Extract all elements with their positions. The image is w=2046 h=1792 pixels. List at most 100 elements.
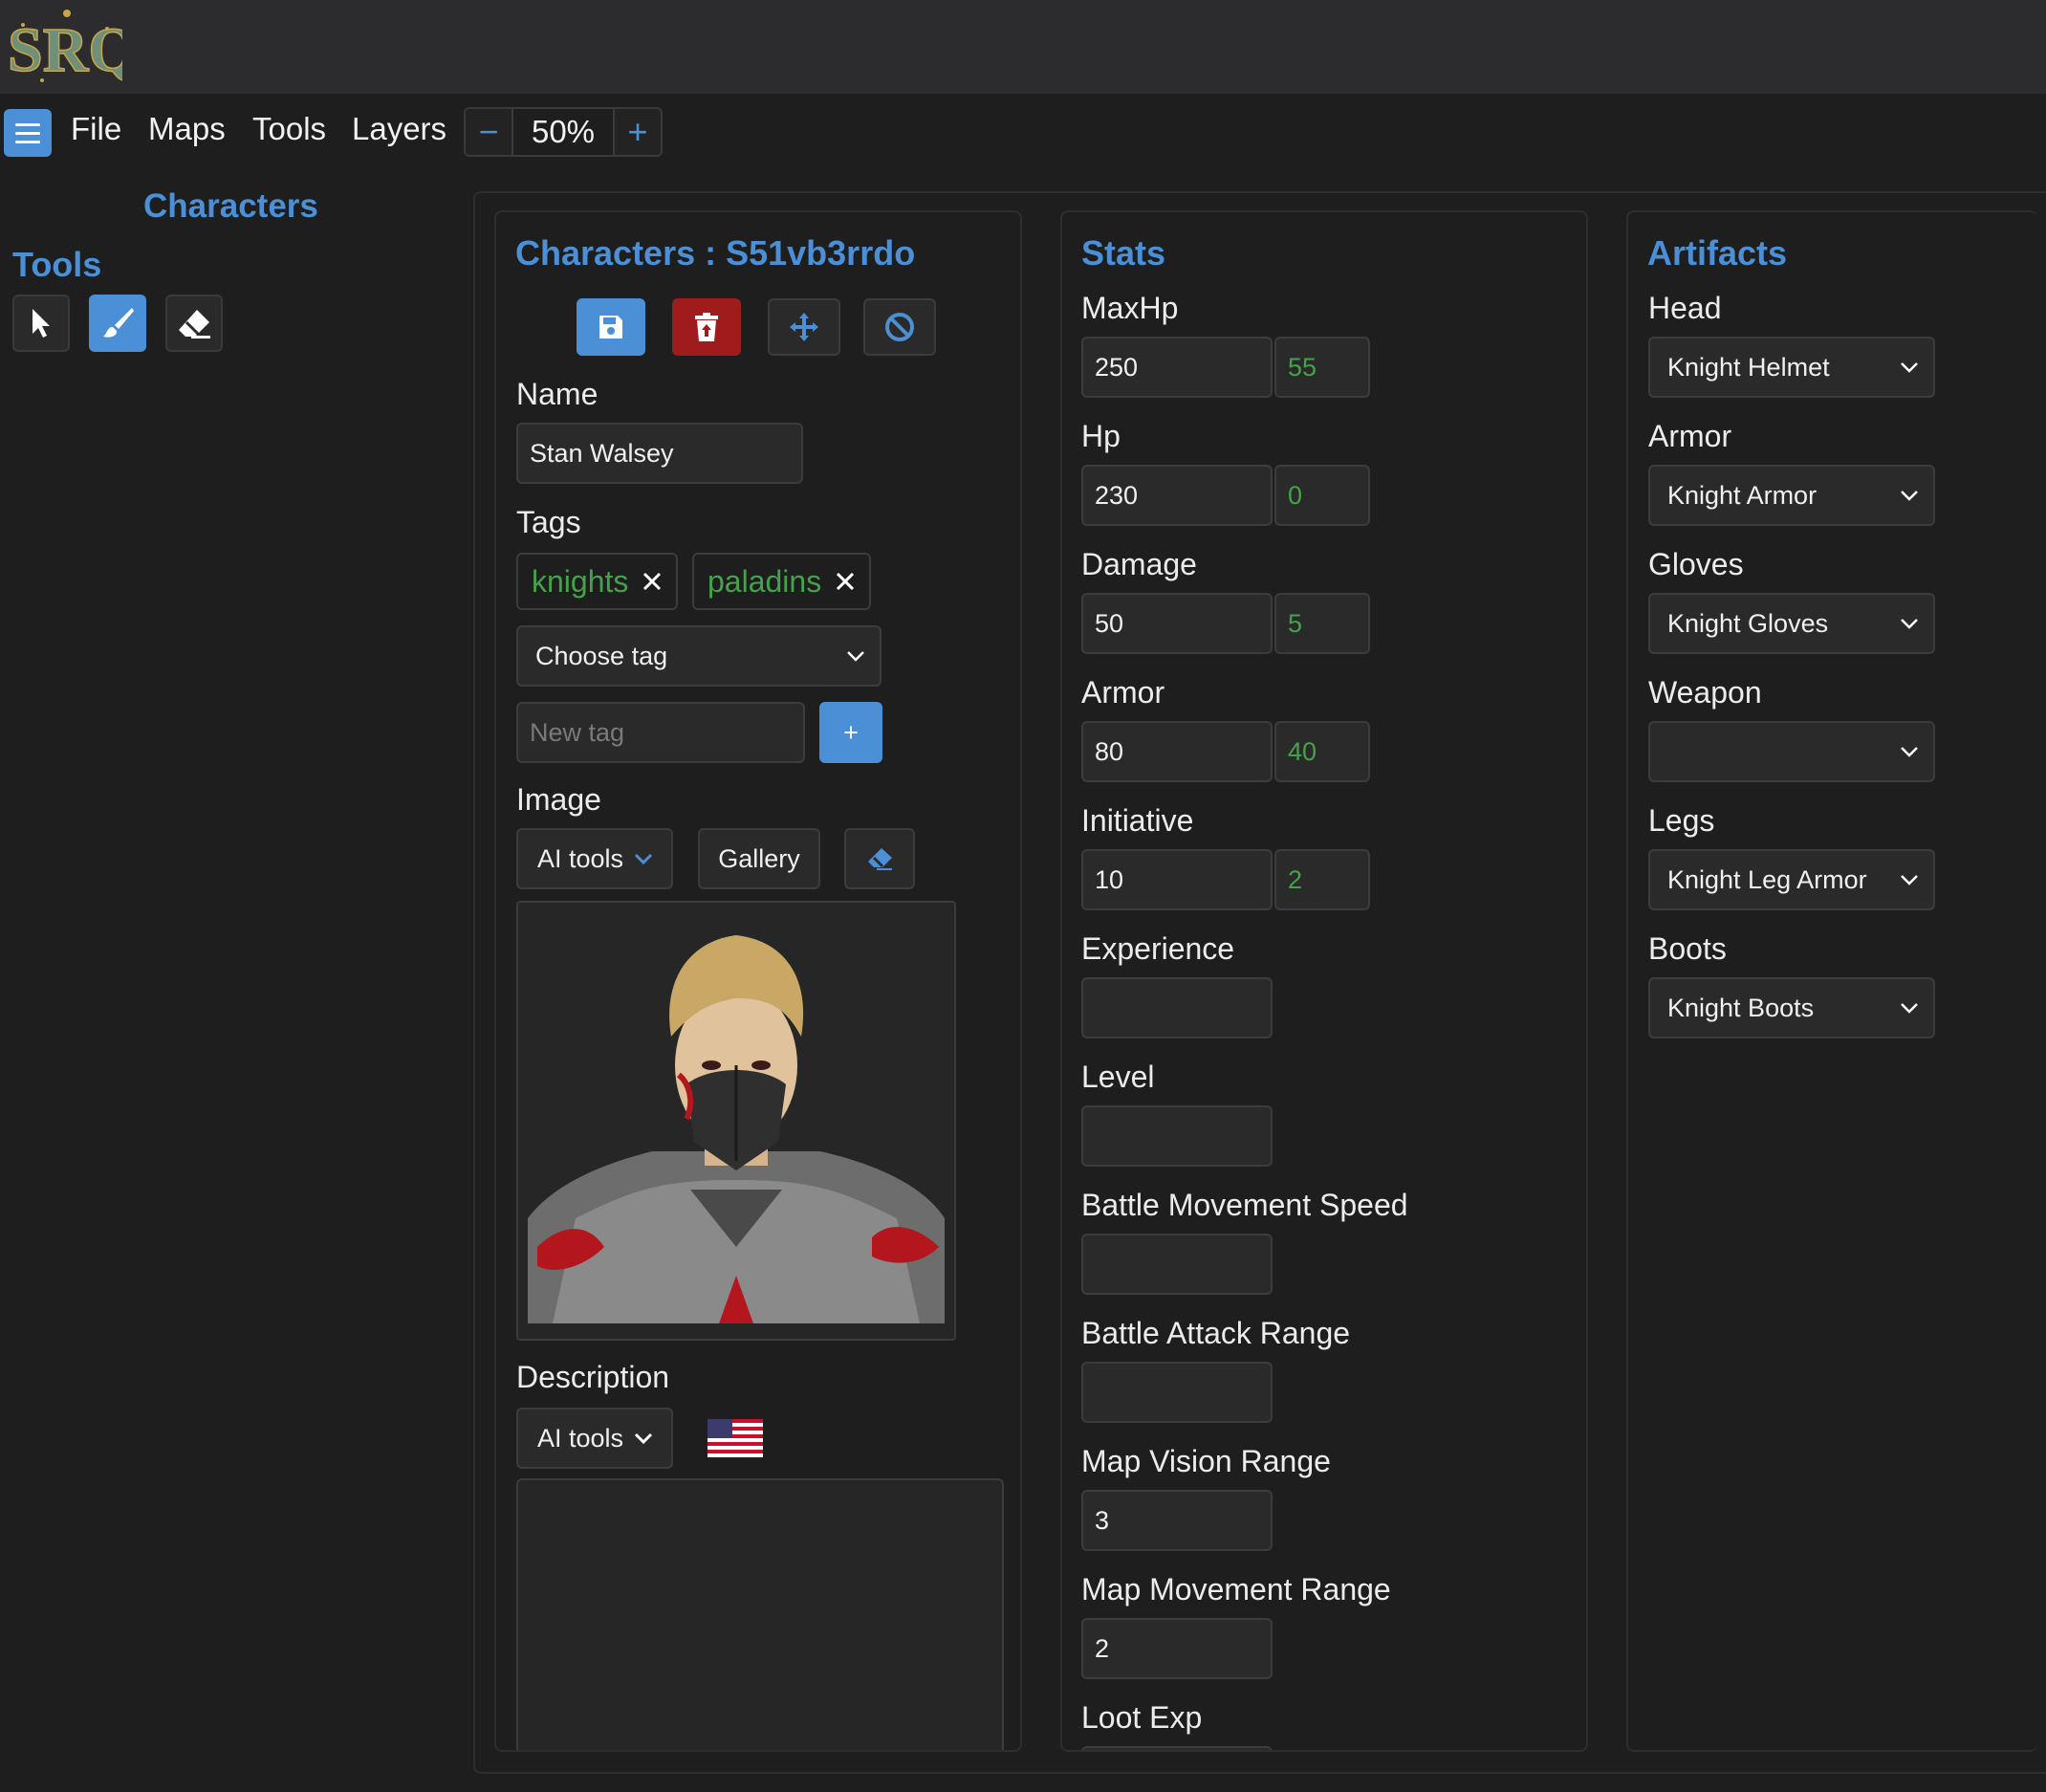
stat-label: Hp [1081, 419, 1121, 453]
tag-chip-knights: knights [516, 553, 679, 610]
delete-button[interactable] [672, 298, 741, 356]
level-input[interactable] [1081, 1105, 1273, 1167]
sidebar-title[interactable]: Characters [143, 187, 318, 226]
save-button[interactable] [577, 298, 645, 356]
ai-tools-label: AI tools [537, 1423, 624, 1453]
zoom-level: 50% [512, 109, 615, 155]
stat-label: Experience [1081, 931, 1235, 966]
chevron-down-icon [634, 853, 653, 865]
stat-label: Damage [1081, 547, 1197, 581]
boots-value: Knight Boots [1667, 993, 1815, 1022]
artifact-slot-label: Armor [1648, 419, 1732, 453]
image-ai-tools-dropdown[interactable]: AI tools [516, 828, 673, 889]
stat-label: Map Movement Range [1081, 1572, 1391, 1606]
chevron-down-icon [1901, 491, 1918, 501]
menu-file[interactable]: File [71, 111, 121, 147]
chevron-down-icon [1901, 875, 1918, 885]
head-value: Knight Helmet [1667, 352, 1830, 382]
description-label: Description [516, 1360, 670, 1394]
choose-tag-value: Choose tag [535, 641, 668, 670]
tag-chip-paladins: paladins [692, 553, 872, 610]
eraser-tool-button[interactable] [165, 295, 223, 352]
zoom-control: − 50% + [464, 107, 663, 157]
gloves-value: Knight Gloves [1667, 608, 1829, 638]
artifacts-panel: Artifacts Head Knight Helmet Armor Knigh… [1626, 210, 2037, 1752]
menu-maps[interactable]: Maps [148, 111, 226, 147]
map-vision-range-input[interactable]: 3 [1081, 1490, 1273, 1551]
hamburger-menu-icon[interactable] [4, 109, 52, 157]
gallery-button[interactable]: Gallery [698, 828, 820, 889]
clear-image-button[interactable] [844, 828, 915, 889]
damage-bonus[interactable]: 5 [1274, 593, 1370, 654]
character-portrait [516, 901, 956, 1341]
legs-value: Knight Leg Armor [1667, 864, 1867, 894]
trash-icon [695, 313, 718, 341]
tag-label: knights [532, 563, 629, 599]
stat-label: Map Vision Range [1081, 1444, 1331, 1478]
title-bar: SRQ [0, 0, 2046, 94]
legs-select[interactable]: Knight Leg Armor [1648, 849, 1935, 910]
stat-label: Battle Attack Range [1081, 1316, 1351, 1350]
us-flag-icon[interactable] [707, 1419, 763, 1457]
battle-attack-range-input[interactable] [1081, 1362, 1273, 1423]
hp-bonus[interactable]: 0 [1274, 465, 1370, 526]
character-title: Characters : S51vb3rrdo [515, 233, 916, 273]
stats-title: Stats [1081, 233, 1166, 273]
initiative-bonus[interactable]: 2 [1274, 849, 1370, 910]
close-icon[interactable] [642, 571, 663, 592]
portrait-image [518, 903, 954, 1339]
boots-select[interactable]: Knight Boots [1648, 977, 1935, 1038]
close-icon[interactable] [835, 571, 856, 592]
name-label: Name [516, 377, 599, 411]
brush-tool-button[interactable] [89, 295, 146, 352]
weapon-select[interactable] [1648, 721, 1935, 782]
stat-label: Level [1081, 1060, 1155, 1094]
brush-icon [103, 308, 134, 338]
add-tag-button[interactable]: + [819, 702, 882, 763]
chevron-down-icon [1901, 362, 1918, 373]
hp-input[interactable]: 230 [1081, 465, 1273, 526]
cursor-icon [33, 309, 50, 338]
tags-label: Tags [516, 505, 581, 539]
zoom-out-button[interactable]: − [466, 109, 512, 155]
gloves-select[interactable]: Knight Gloves [1648, 593, 1935, 654]
artifact-slot-label: Legs [1648, 803, 1715, 838]
description-textarea[interactable] [516, 1478, 1004, 1750]
armor-select[interactable]: Knight Armor [1648, 465, 1935, 526]
armor-bonus[interactable]: 40 [1274, 721, 1370, 782]
new-tag-input[interactable]: New tag [516, 702, 805, 763]
artifact-slot-label: Head [1648, 291, 1722, 325]
damage-input[interactable]: 50 [1081, 593, 1273, 654]
stat-label: Initiative [1081, 803, 1194, 838]
initiative-input[interactable]: 10 [1081, 849, 1273, 910]
zoom-in-button[interactable]: + [615, 109, 661, 155]
block-icon [885, 313, 914, 341]
armor-input[interactable]: 80 [1081, 721, 1273, 782]
menu-layers[interactable]: Layers [352, 111, 446, 147]
select-tool-button[interactable] [12, 295, 70, 352]
loot-exp-input[interactable] [1081, 1746, 1273, 1750]
armor-value: Knight Armor [1667, 480, 1817, 510]
ai-tools-label: AI tools [537, 843, 624, 873]
chevron-down-icon [1901, 747, 1918, 757]
stat-label: Battle Movement Speed [1081, 1188, 1408, 1222]
head-select[interactable]: Knight Helmet [1648, 337, 1935, 398]
experience-input[interactable] [1081, 977, 1273, 1038]
move-button[interactable] [768, 298, 840, 356]
tools-heading: Tools [12, 245, 102, 284]
map-movement-range-input[interactable]: 2 [1081, 1618, 1273, 1679]
artifact-slot-label: Weapon [1648, 675, 1762, 710]
cancel-button[interactable] [863, 298, 936, 356]
artifacts-title: Artifacts [1647, 233, 1788, 273]
menu-tools[interactable]: Tools [252, 111, 326, 147]
battle-movement-speed-input[interactable] [1081, 1234, 1273, 1295]
stats-panel: Stats MaxHp 250 55 Hp 230 0 Damage 50 5 … [1060, 210, 1588, 1752]
chevron-down-icon [1901, 1003, 1918, 1014]
description-ai-tools-dropdown[interactable]: AI tools [516, 1408, 673, 1469]
maxhp-input[interactable]: 250 [1081, 337, 1273, 398]
choose-tag-select[interactable]: Choose tag [516, 625, 882, 687]
name-input[interactable]: Stan Walsey [516, 423, 803, 484]
character-panel: Characters : S51vb3rrdo Name Stan Walsey… [494, 210, 1022, 1752]
app-logo: SRQ [7, 10, 122, 86]
maxhp-bonus[interactable]: 55 [1274, 337, 1370, 398]
